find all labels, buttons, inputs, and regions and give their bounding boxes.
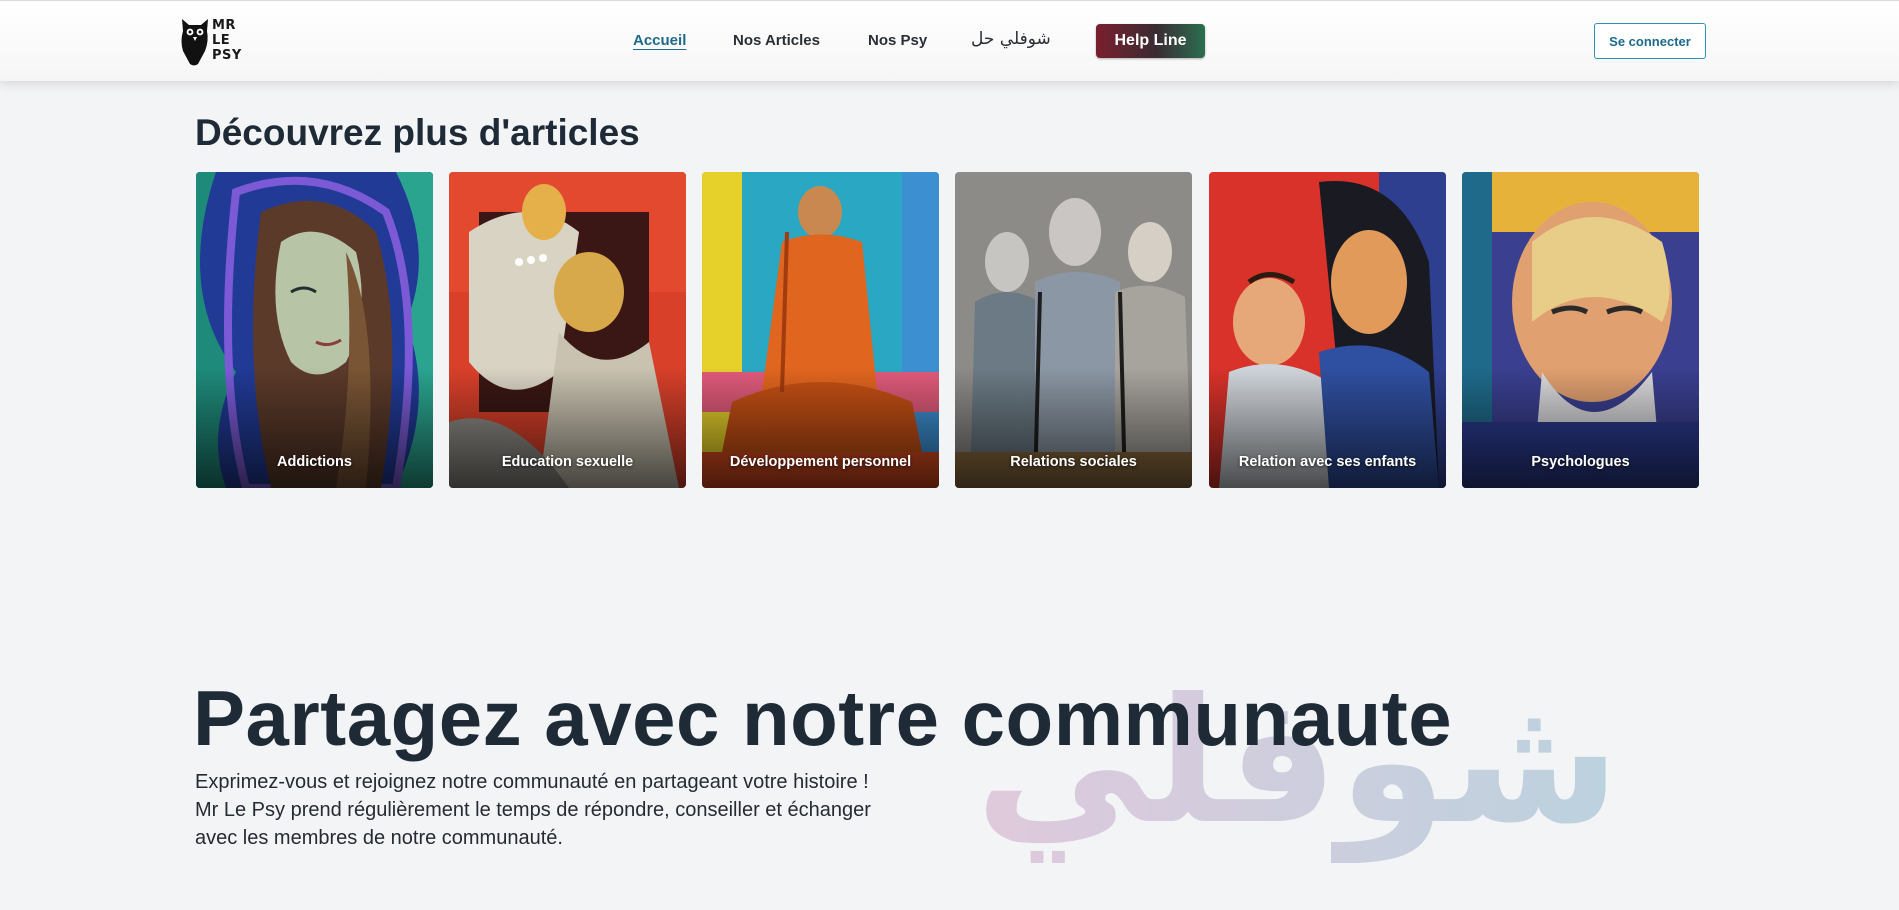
site-logo[interactable]: MR LE PSY xyxy=(180,17,244,69)
article-card-developpement-personnel[interactable]: Développement personnel xyxy=(702,172,939,488)
article-card-relations-sociales[interactable]: Relations sociales xyxy=(955,172,1192,488)
article-card-relation-enfants[interactable]: Relation avec ses enfants xyxy=(1209,172,1446,488)
community-description-line: Exprimez-vous et rejoignez notre communa… xyxy=(195,771,869,793)
article-card-psychologues[interactable]: Psychologues xyxy=(1462,172,1699,488)
top-navbar: MR LE PSY Accueil Nos Articles Nos Psy ش… xyxy=(0,0,1899,81)
logo-line: MR xyxy=(212,18,236,33)
community-description-line: Mr Le Psy prend régulièrement le temps d… xyxy=(195,799,871,821)
article-card-label: Psychologues xyxy=(1531,454,1630,470)
article-card-label: Relations sociales xyxy=(1010,454,1137,470)
logo-line: PSY xyxy=(212,48,242,63)
article-card-addictions[interactable]: Addictions xyxy=(196,172,433,488)
helpline-button[interactable]: Help Line xyxy=(1096,24,1205,58)
article-card-education-sexuelle[interactable]: Education sexuelle xyxy=(449,172,686,488)
login-button[interactable]: Se connecter xyxy=(1594,23,1706,59)
community-description-line: avec les membres de notre communauté. xyxy=(195,827,563,849)
nav-link-nos-articles[interactable]: Nos Articles xyxy=(733,32,820,49)
nav-link-accueil[interactable]: Accueil xyxy=(633,32,686,49)
article-card-label: Education sexuelle xyxy=(501,454,634,470)
nav-link-chouflihal[interactable]: شوفلي حل xyxy=(971,29,1051,49)
nav-link-nos-psy[interactable]: Nos Psy xyxy=(868,32,927,49)
article-card-label: Développement personnel xyxy=(729,454,912,470)
community-title: Partagez avec notre communaute xyxy=(193,674,1453,762)
owl-icon xyxy=(181,19,208,66)
articles-section-title: Découvrez plus d'articles xyxy=(195,112,640,153)
logo-line: LE xyxy=(212,33,231,48)
logo-wordmark: MR LE PSY xyxy=(212,18,242,63)
community-description: Exprimez-vous et rejoignez notre communa… xyxy=(195,768,995,852)
article-card-label: Addictions xyxy=(277,454,352,470)
article-card-label: Relation avec ses enfants xyxy=(1238,454,1417,470)
